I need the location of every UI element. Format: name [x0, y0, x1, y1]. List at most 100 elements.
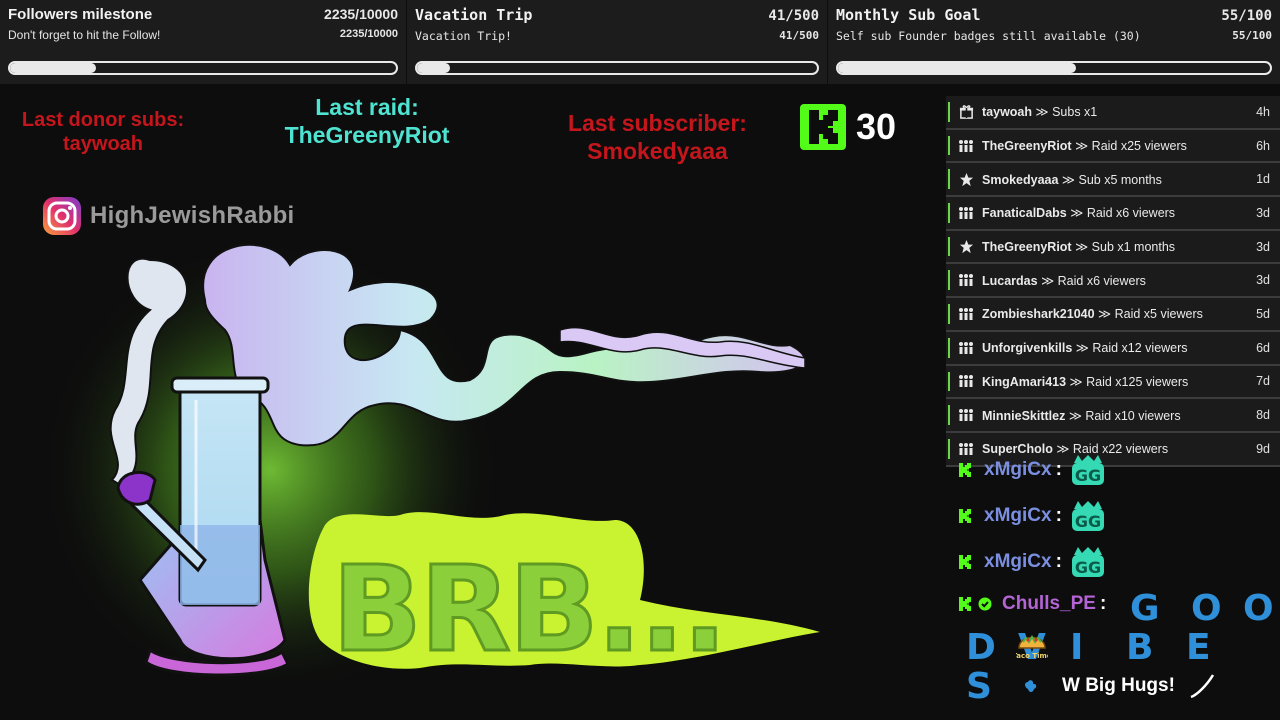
event-arrow-icon: ≫	[1061, 172, 1076, 187]
recent-events-list: taywoah ≫ Subs x1 4h TheGreenyRiot ≫ Raid …	[946, 96, 1280, 467]
event-detail: Sub x1 months	[1091, 240, 1176, 255]
event-user: Zombieshark21040	[982, 307, 1095, 322]
verified-badge-icon	[978, 597, 992, 611]
last-donor-title: Last donor subs:	[21, 109, 185, 131]
event-accent-bar	[948, 371, 950, 392]
event-age: 7d	[1256, 374, 1270, 389]
hugs-message: W Big Hugs!	[1022, 671, 1217, 701]
vibe-letter-emote: O	[1243, 588, 1274, 629]
goal-count-small: 55/100	[1232, 29, 1272, 42]
event-arrow-icon: ≫	[1069, 374, 1083, 389]
event-accent-bar	[948, 270, 950, 291]
chat-message: xMgiCx: GG	[958, 547, 1106, 577]
kick-viewer-count: 30	[800, 104, 896, 150]
vibe-letter-emote: O	[1191, 588, 1222, 629]
event-text: TheGreenyRiot ≫ Raid x25 viewers	[982, 138, 1256, 153]
event-accent-bar	[948, 405, 950, 425]
event-arrow-icon: ≫	[1075, 139, 1089, 154]
vibe-letter-emote: G	[1130, 588, 1160, 629]
event-text: taywoah ≫ Subs x1	[982, 104, 1256, 119]
event-accent-bar	[948, 169, 950, 190]
event-detail: Raid x5 viewers	[1114, 307, 1203, 322]
chat-colon: :	[1099, 593, 1107, 614]
event-accent-bar	[948, 203, 950, 223]
event-accent-bar	[948, 102, 950, 122]
svg-text:GG: GG	[1075, 512, 1101, 531]
event-row: MinnieSkittlez ≫ Raid x10 viewers 8d	[946, 399, 1280, 433]
kick-badge-icon	[959, 597, 971, 611]
last-donor-subs: Last donor subs: taywoah	[8, 108, 198, 156]
last-raid-name: TheGreenyRiot	[284, 121, 450, 148]
event-text: MinnieSkittlez ≫ Raid x10 viewers	[982, 408, 1256, 423]
event-detail: Raid x12 viewers	[1092, 341, 1188, 356]
star-icon	[958, 171, 974, 187]
event-user: TheGreenyRiot	[982, 240, 1072, 255]
event-age: 3d	[1256, 273, 1270, 288]
event-age: 9d	[1256, 441, 1270, 456]
event-detail: Sub x5 months	[1078, 172, 1162, 187]
goal-subtitle: Don't forget to hit the Follow!	[8, 28, 161, 42]
goal-progress-fill	[10, 63, 97, 73]
goal-progress-fill	[838, 63, 1076, 73]
event-age: 4h	[1256, 104, 1270, 119]
gg-emote-icon: GG	[1071, 501, 1104, 531]
kick-badge-icon	[959, 463, 971, 477]
svg-text:GG: GG	[1075, 466, 1101, 485]
chat-username: xMgiCx	[984, 505, 1052, 526]
kick-count-number: 30	[856, 106, 897, 147]
vibe-letter-emote: E	[1186, 627, 1211, 668]
event-arrow-icon: ≫	[1070, 206, 1084, 221]
last-raid-title: Last raid:	[315, 94, 419, 120]
chat-colon: :	[1055, 459, 1062, 480]
goal-count: 41/500	[768, 8, 819, 24]
taco-time-emote-icon: Taco Time	[1012, 628, 1052, 667]
event-age: 3d	[1256, 239, 1270, 254]
event-age: 5d	[1256, 306, 1270, 321]
gg-emote-icon: GG	[1071, 455, 1104, 485]
event-age: 1d	[1256, 172, 1270, 187]
last-donor-name: taywoah	[62, 133, 144, 155]
vibe-letter-emote: I	[1070, 627, 1084, 668]
vibe-letter-emote: B	[1126, 627, 1154, 668]
event-user: FanaticalDabs	[982, 206, 1067, 221]
chat-colon: :	[1055, 505, 1062, 526]
event-age: 8d	[1256, 408, 1270, 423]
goal-title: Monthly Sub Goal	[836, 6, 981, 24]
event-text: SuperCholo ≫ Raid x22 viewers	[982, 441, 1256, 456]
event-text: Zombieshark21040 ≫ Raid x5 viewers	[982, 306, 1256, 321]
goal-monthly-subs: Monthly Sub Goal 55/100 Self sub Founder…	[828, 0, 1280, 84]
event-detail: Subs x1	[1052, 105, 1098, 120]
vibe-letter-emote: S	[966, 666, 992, 707]
raid-icon	[958, 306, 974, 322]
event-accent-bar	[948, 236, 950, 257]
star-icon	[958, 239, 974, 255]
raid-icon	[958, 205, 974, 221]
goal-progress-bar	[8, 61, 398, 75]
event-user: Unforgivenkills	[982, 341, 1073, 356]
white-swoosh-emote-icon	[1190, 674, 1215, 699]
event-row: taywoah ≫ Subs x1 4h	[946, 96, 1280, 130]
chat-message: xMgiCx: GG	[958, 501, 1106, 531]
event-arrow-icon: ≫	[1068, 408, 1082, 423]
goal-count-small: 2235/10000	[339, 28, 398, 40]
goal-progress-bar	[836, 61, 1272, 75]
raid-icon	[958, 272, 974, 288]
heart-hands-emote-icon	[1025, 680, 1037, 692]
event-row: KingAmari413 ≫ Raid x125 viewers 7d	[946, 365, 1280, 400]
event-arrow-icon: ≫	[1035, 105, 1049, 120]
brb-text-smoke: BRB...	[308, 512, 820, 680]
goal-count: 55/100	[1221, 8, 1272, 24]
svg-text:GG: GG	[1075, 558, 1101, 577]
last-subscriber: Last subscriber: Smokedyaaa	[540, 110, 775, 165]
goal-title: Followers milestone	[8, 6, 153, 23]
kick-logo-icon	[800, 104, 846, 150]
event-row: TheGreenyRiot ≫ Raid x25 viewers 6h	[946, 129, 1280, 164]
event-row: Unforgivenkills ≫ Raid x12 viewers 6d	[946, 331, 1280, 366]
event-accent-bar	[948, 337, 950, 358]
gg-emote-icon: GG	[1071, 547, 1104, 577]
event-user: MinnieSkittlez	[982, 408, 1066, 423]
raid-icon	[958, 340, 974, 356]
event-user: taywoah	[982, 105, 1033, 120]
event-user: KingAmari413	[982, 374, 1067, 389]
chat-message: xMgiCx: GG	[958, 455, 1106, 485]
